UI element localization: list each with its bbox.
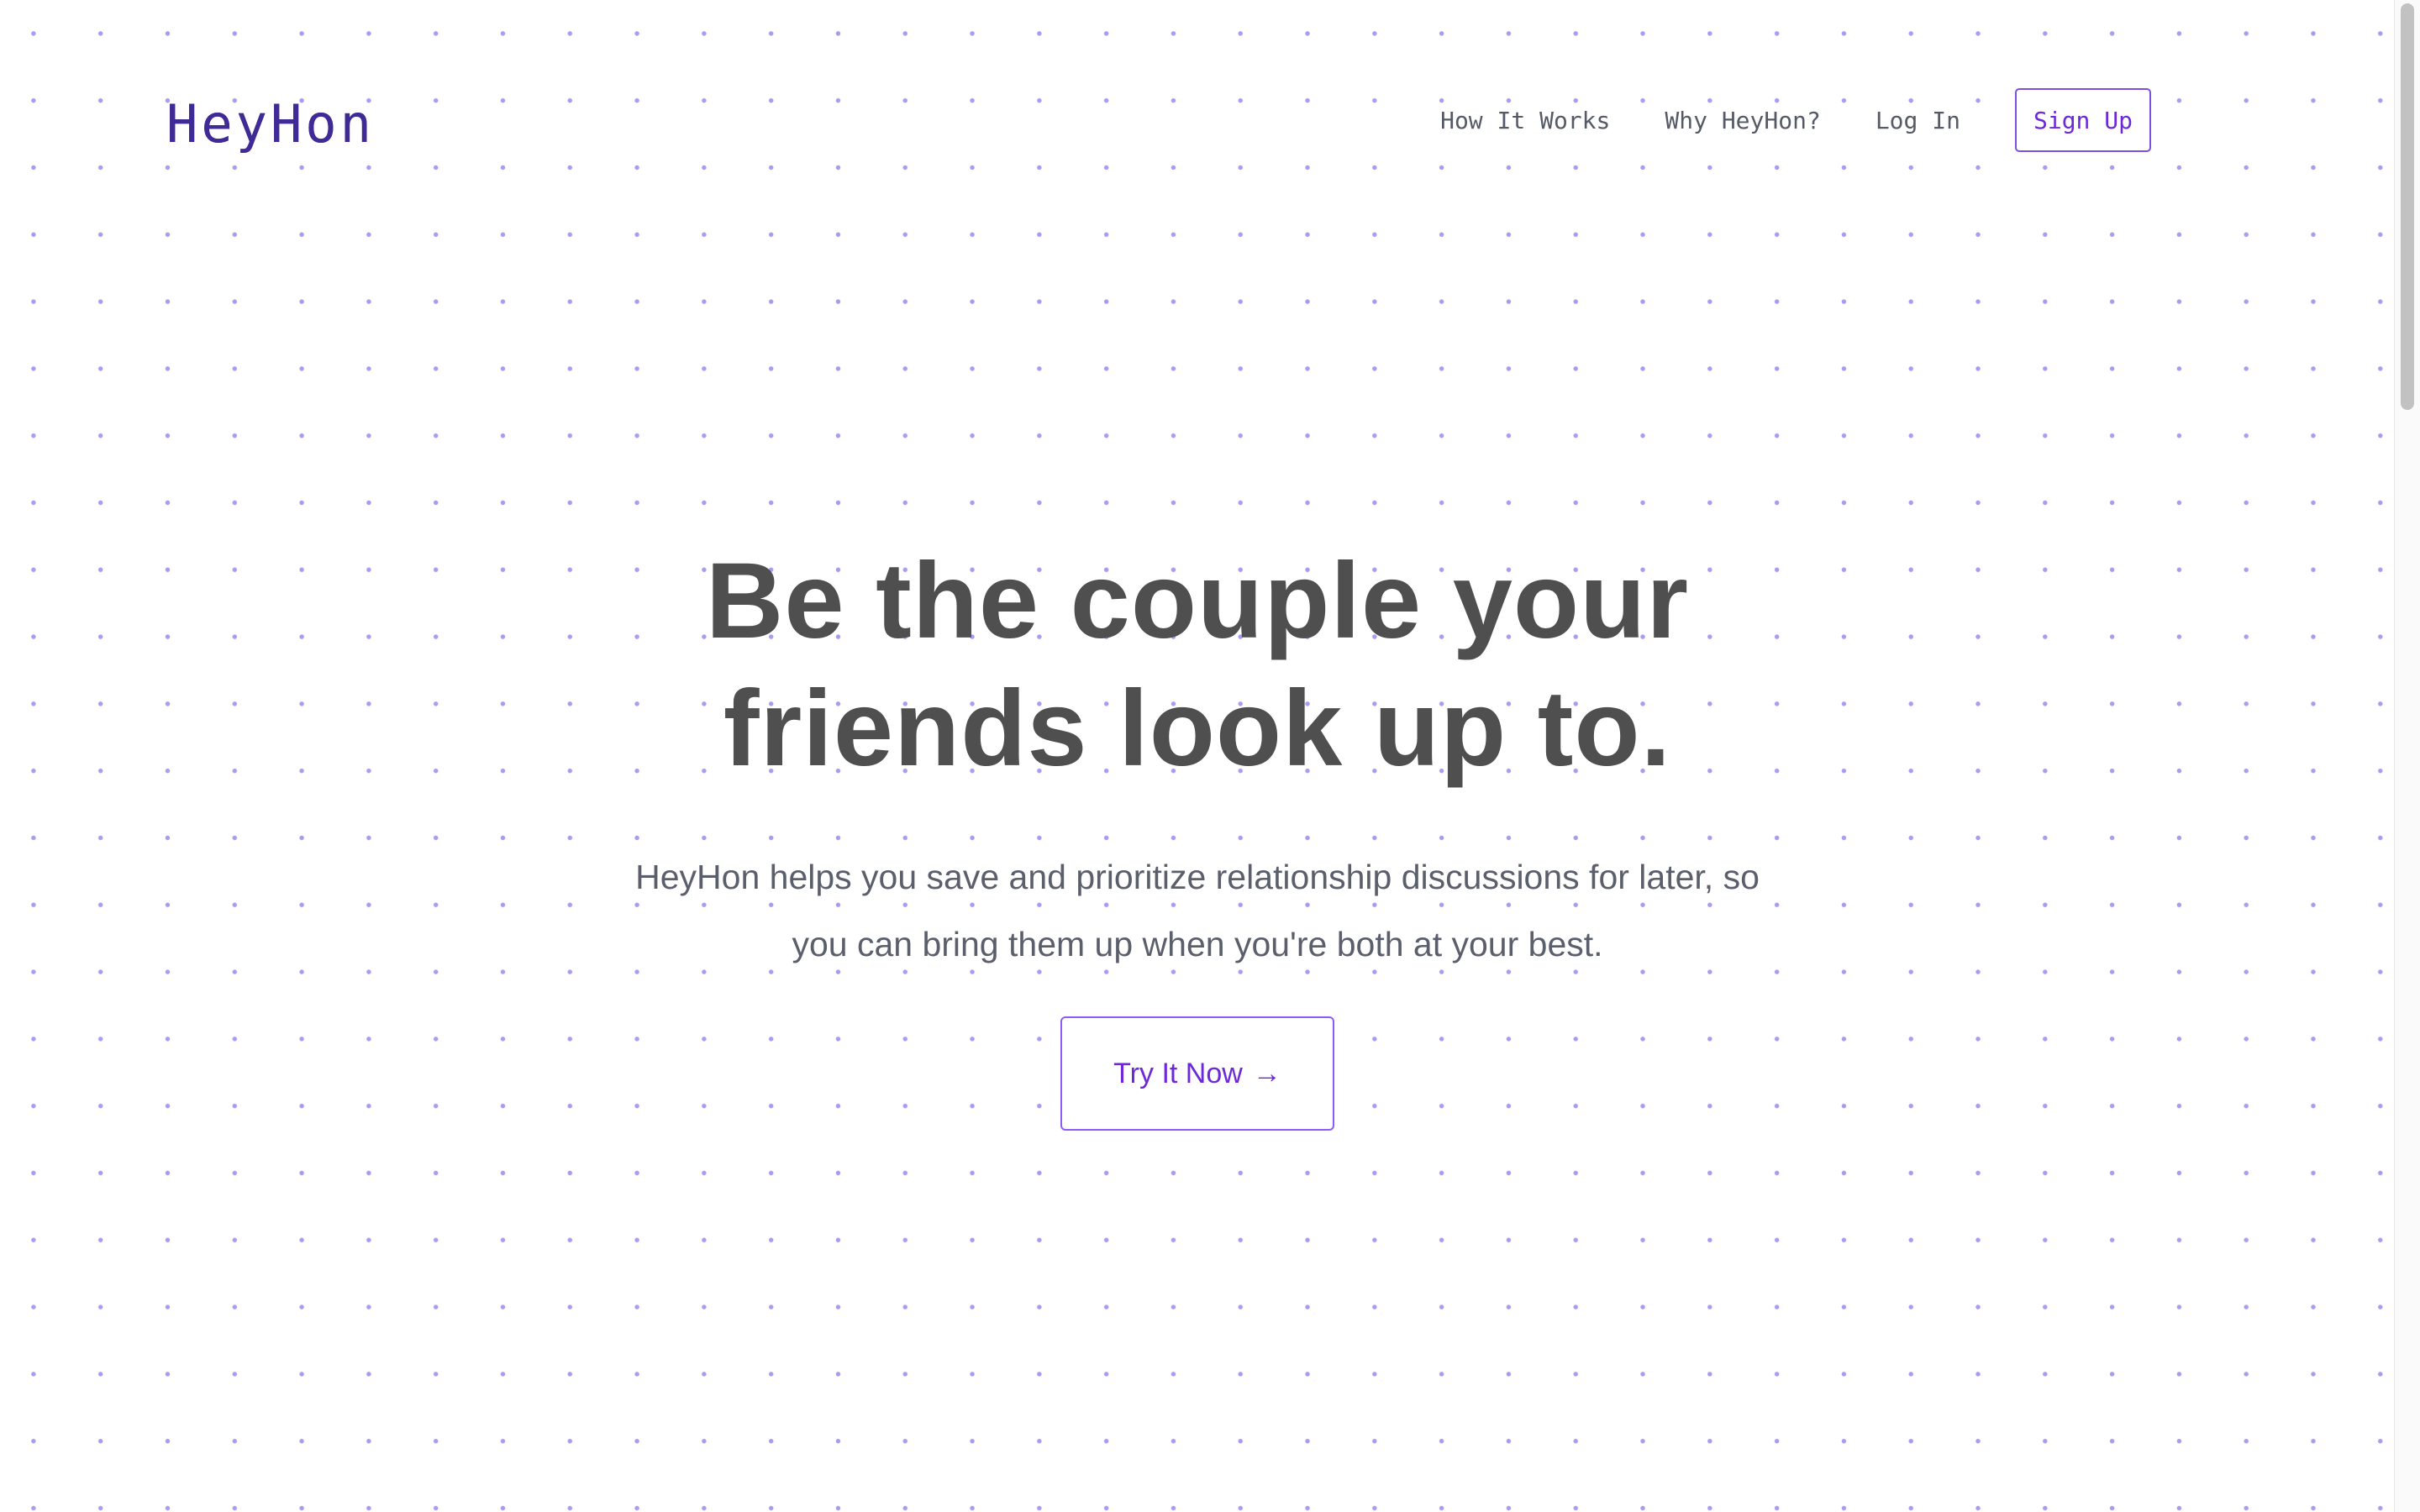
try-it-now-button[interactable]: Try It Now → (1060, 1016, 1334, 1131)
nav-link-log-in[interactable]: Log In (1876, 107, 1960, 134)
hero-subtext: HeyHon helps you save and prioritize rel… (601, 843, 1794, 978)
vertical-scrollbar[interactable] (2394, 0, 2420, 1512)
cta-wrapper: Try It Now → (0, 1016, 2395, 1131)
nav-link-how-it-works[interactable]: How It Works (1440, 107, 1610, 134)
hero-section: Be the couple your friends look up to. H… (0, 538, 2395, 1131)
hero-headline: Be the couple your friends look up to. (609, 538, 1786, 793)
try-it-now-label: Try It Now (1113, 1057, 1243, 1089)
landing-page: HeyHon How It Works Why HeyHon? Log In S… (0, 0, 2395, 1512)
main-nav: How It Works Why HeyHon? Log In Sign Up (1440, 87, 2151, 153)
arrow-right-icon: → (1252, 1057, 1281, 1089)
sign-up-label: Sign Up (2033, 106, 2133, 134)
scrollbar-thumb[interactable] (2401, 3, 2414, 410)
sign-up-button[interactable]: Sign Up (2014, 88, 2151, 152)
hero-subtext-line-2: you can bring them up when you're both a… (792, 925, 1603, 963)
hero-headline-line-2: friends look up to. (723, 669, 1672, 789)
hero-subtext-line-1: HeyHon helps you save and prioritize rel… (635, 858, 1760, 896)
hero-headline-line-1: Be the couple your (705, 541, 1690, 661)
nav-link-why-heyhon[interactable]: Why HeyHon? (1665, 107, 1820, 134)
logo[interactable]: HeyHon (166, 91, 375, 158)
